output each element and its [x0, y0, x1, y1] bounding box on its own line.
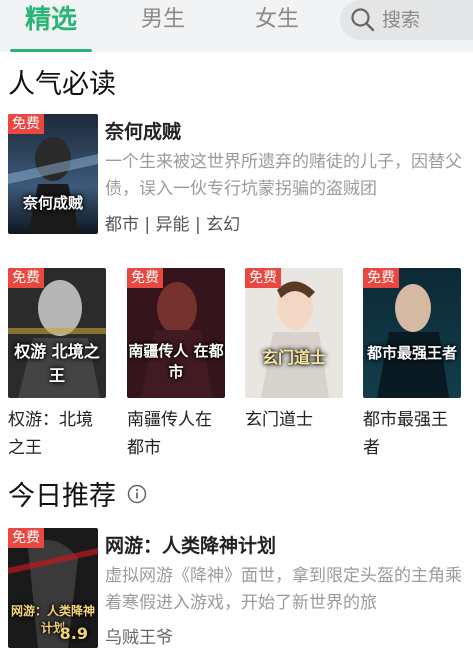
free-badge: 免费: [363, 268, 399, 288]
featured-cover-title: 奈何成贼: [22, 194, 83, 212]
section-title-today: 今日推荐: [8, 481, 116, 512]
free-badge: 免费: [8, 114, 44, 134]
active-tab-indicator: [10, 49, 92, 52]
search-input[interactable]: 搜索: [340, 0, 473, 40]
featured-book-tags: 都市 | 异能 | 玄幻: [105, 215, 241, 235]
search-placeholder: 搜索: [382, 9, 421, 31]
section-title-popular: 人气必读: [8, 69, 116, 100]
featured-book-cover[interactable]: 奈何成贼 免费: [8, 114, 98, 234]
grid-book-title[interactable]: 权游：北境之王: [8, 406, 108, 462]
grid-book-title[interactable]: 都市最强王者: [363, 406, 463, 462]
grid-book-title[interactable]: 玄门道士: [245, 406, 345, 434]
today-cover-score: 8.9: [59, 624, 88, 643]
grid-book-cover[interactable]: 权游 北境之王 免费: [8, 268, 106, 398]
tab-male[interactable]: 男生: [122, 0, 204, 52]
grid-book-cover[interactable]: 都市最强王者 免费: [363, 268, 461, 398]
free-badge: 免费: [127, 268, 163, 288]
grid-book-cover[interactable]: 南疆传人 在都市 免费: [127, 268, 225, 398]
tab-featured[interactable]: 精选: [10, 0, 92, 52]
grid-cover-title: 南疆传人 在都市: [128, 342, 224, 381]
free-badge: 免费: [8, 268, 44, 288]
grid-cover-title: 权游 北境之王: [14, 342, 100, 385]
free-badge: 免费: [245, 268, 281, 288]
featured-book-desc: 一个生来被这世界所遗弃的赌徒的儿子，因替父债，误入一伙专行坑蒙拐骗的盗贼团: [105, 152, 462, 199]
free-badge: 免费: [8, 528, 44, 548]
grid-book-cover[interactable]: 玄门道士 免费: [245, 268, 343, 398]
today-book-cover[interactable]: 网游：人类降神计划 8.9 免费: [8, 528, 98, 648]
search-icon: [350, 7, 376, 37]
grid-cover-title: 玄门道士: [261, 348, 326, 367]
grid-book-title[interactable]: 南疆传人在都市: [127, 406, 227, 462]
top-tab-bar: 精选 男生 女生 搜索: [0, 0, 473, 52]
today-book-author: 乌贼王爷: [105, 628, 173, 648]
featured-book-title[interactable]: 奈何成贼: [105, 117, 181, 144]
today-book-desc: 虚拟网游《降神》面世，拿到限定头盔的主角乘着寒假进入游戏，开始了新世界的旅: [105, 566, 462, 613]
grid-cover-title: 都市最强王者: [366, 344, 457, 362]
info-icon[interactable]: [127, 484, 147, 508]
today-book-title[interactable]: 网游：人类降神计划: [105, 531, 276, 558]
tab-female[interactable]: 女生: [236, 0, 318, 52]
